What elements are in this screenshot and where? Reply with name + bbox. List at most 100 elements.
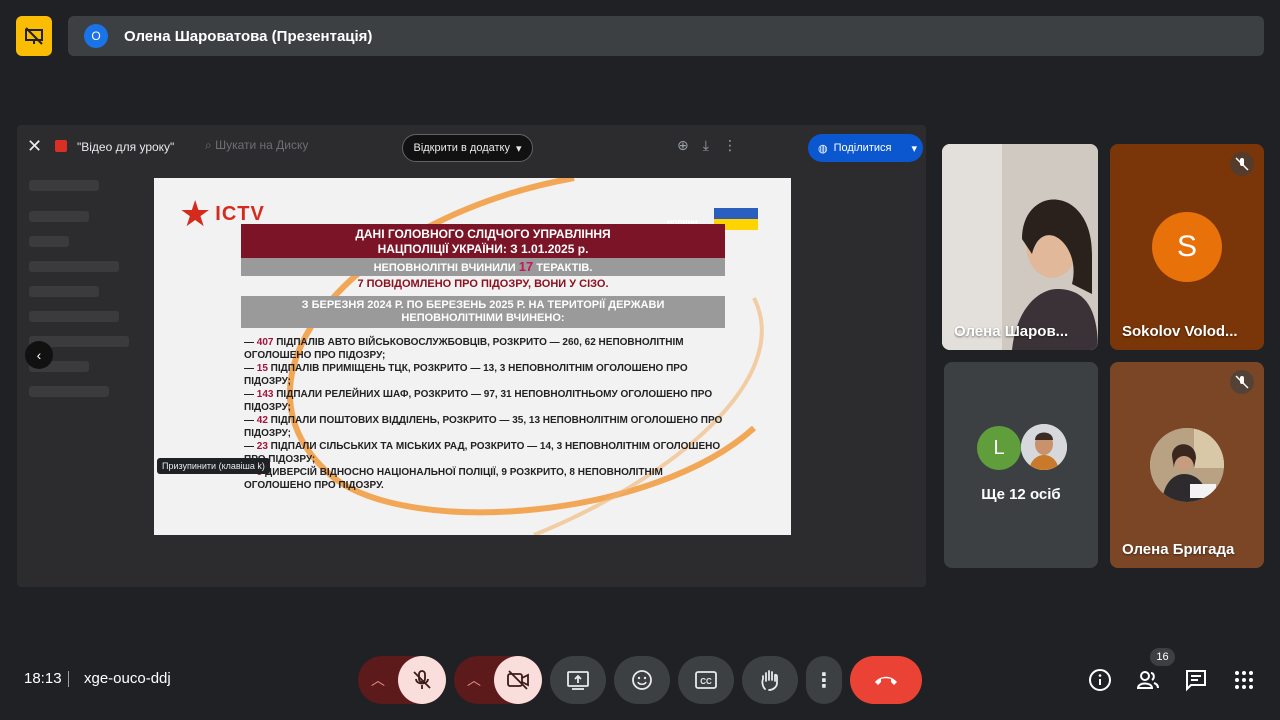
raise-hand-button[interactable] [742,656,798,704]
participant-tile-brigada[interactable]: Олена Бригада [1110,362,1264,568]
viewer-toolbar: ⊕ ⤓ ⋮ [677,137,737,154]
ictv-logo-text: ICTV [215,202,265,225]
search-placeholder: Шукати на Диску [215,138,309,152]
teract-line: НЕПОВНОЛІТНІ ВЧИНИЛИ 17 ТЕРАКТІВ. [241,258,725,276]
more-vert-icon[interactable]: ⋮ [723,137,737,154]
apps-grid-icon [1235,671,1253,689]
more-vert-icon: ⋮ [814,669,834,692]
participant-count-badge: 16 [1150,648,1175,666]
close-icon[interactable]: ✕ [27,137,45,155]
mic-off-icon [1235,157,1249,171]
participant-photo-avatar [1021,424,1067,470]
participant-avatar: S [1152,212,1222,282]
headline-line-2: НАЦПОЛІЦІЇ УКРАЇНИ: З 1.01.2025 р. [377,242,589,256]
leave-call-button[interactable] [850,656,922,704]
stat-row: — 23 ПІДПАЛИ СІЛЬСЬКИХ ТА МІСЬКИХ РАД, Р… [244,441,721,465]
participant-avatar: L [977,426,1021,470]
star-icon: ★ [179,193,212,234]
period-box: З БЕРЕЗНЯ 2024 Р. ПО БЕРЕЗЕНЬ 2025 Р. НА… [241,296,725,328]
open-with-button[interactable]: Відкрити в додатку ▾ [402,134,533,162]
search-icon: ⌕ [205,138,212,152]
nav-placeholder [29,180,99,191]
nav-placeholder [29,211,89,222]
previous-arrow-button[interactable]: ‹ [25,341,53,369]
meeting-details-button[interactable] [1088,668,1112,692]
camera-toggle-button[interactable] [494,656,542,704]
meeting-code: xge-ouco-ddj [84,670,171,687]
teract-prefix: НЕПОВНОЛІТНІ ВЧИНИЛИ [373,262,519,274]
stat-text: ПІДПАЛІВ АВТО ВІЙСЬКОВОСЛУЖБОВЦІВ, РОЗКР… [244,337,684,361]
flag-blue-stripe [714,208,758,219]
video-file-icon [55,140,67,152]
download-icon[interactable]: ⤓ [703,137,709,154]
globe-icon: ◍ [818,142,828,155]
stat-number: 15 [256,363,268,374]
participant-name: Олена Шаров... [954,323,1069,340]
presenter-title: Олена Шароватова (Презентація) [124,27,373,45]
chevron-left-icon: ‹ [36,347,42,363]
info-icon [1089,669,1111,691]
video-slide[interactable]: ★ ICTV НОВИНИ ДАНІ ГОЛОВНОГО СЛІДЧОГО УП… [154,178,791,535]
call-end-icon [875,676,897,685]
others-tile[interactable]: L Ще 12 осіб [944,362,1098,568]
file-title: "Відео для уроку" [77,140,175,154]
camera-control: ︿ [454,656,542,704]
participant-name: Sokolov Volod... [1122,323,1238,340]
participant-tile-sokolov[interactable]: S Sokolov Volod... [1110,144,1264,350]
teract-number: 17 [518,259,534,274]
stat-row: — 407 ПІДПАЛІВ АВТО ВІЙСЬКОВОСЛУЖБОВЦІВ,… [244,337,684,361]
stat-number: 23 [256,441,268,452]
headline-line-1: ДАНІ ГОЛОВНОГО СЛІДЧОГО УПРАВЛІННЯ [355,227,611,241]
participant-tile-presenter[interactable]: Олена Шаров... [942,144,1098,350]
nav-placeholder [29,311,119,322]
video-options-button[interactable]: ︿ [454,656,494,704]
presentation-indicator-button[interactable] [16,16,52,56]
svg-text:CC: CC [700,677,712,686]
participant-video [942,144,1098,350]
stat-row: — 42 ПІДПАЛИ ПОШТОВИХ ВІДДІЛЕНЬ, РОЗКРИТ… [244,415,723,439]
period-line-2: НЕПОВНОЛІТНІМИ ВЧИНЕНО: [401,312,565,324]
pause-tooltip: Призупинити (клавіша k) [157,458,270,474]
mic-off-icon [1235,375,1249,389]
mic-off-badge [1230,152,1254,176]
stats-list: — 407 ПІДПАЛІВ АВТО ВІЙСЬКОВОСЛУЖБОВЦІВ,… [244,336,724,492]
chevron-up-icon: ︿ [371,672,385,688]
microphone-control: ︿ [358,656,446,704]
mic-off-icon [413,670,431,689]
present-to-all-icon [567,671,589,690]
others-count-label: Ще 12 осіб [981,486,1061,503]
stat-row: — 15 ПІДПАЛІВ ПРИМІЩЕНЬ ТЦК, РОЗКРИТО — … [244,363,688,387]
stat-text: ПІДПАЛІВ ПРИМІЩЕНЬ ТЦК, РОЗКРИТО — 13, 3… [244,363,688,387]
add-to-drive-icon[interactable]: ⊕ [677,137,689,154]
stat-text: ПІДПАЛИ СІЛЬСЬКИХ ТА МІСЬКИХ РАД, РОЗКРИ… [244,441,721,465]
raise-hand-icon [761,670,778,691]
person-photo [1021,424,1067,470]
participant-name: Олена Бригада [1122,541,1235,558]
nav-placeholder [29,261,119,272]
activities-button[interactable] [1232,668,1256,692]
stat-number: 407 [256,337,274,348]
microphone-toggle-button[interactable] [398,656,446,704]
share-button[interactable]: ◍ Поділитися ▾ [808,134,923,162]
reactions-button[interactable] [614,656,670,704]
nav-placeholder [29,236,69,247]
drive-search-input[interactable]: ⌕ Шукати на Диску [205,138,308,153]
people-icon [1136,671,1159,689]
presenter-banner: О Олена Шароватова (Презентація) [68,16,1264,56]
stat-text: ПІДПАЛИ ПОШТОВИХ ВІДДІЛЕНЬ, РОЗКРИТО — 3… [244,415,723,439]
captions-button[interactable]: CC [678,656,734,704]
nav-placeholder [29,286,99,297]
stat-number: 42 [256,415,268,426]
more-options-button[interactable]: ⋮ [806,656,842,704]
suspicion-line: 7 ПОВІДОМЛЕНО ПРО ПІДОЗРУ, ВОНИ У СІЗО. [357,278,609,290]
audio-options-button[interactable]: ︿ [358,656,398,704]
participant-photo-avatar [1150,428,1224,502]
chat-icon [1186,670,1206,692]
presentation-stage: ✕ "Відео для уроку" ⌕ Шукати на Диску Ві… [17,125,926,587]
chat-button[interactable] [1184,668,1208,692]
people-button[interactable] [1136,668,1160,692]
present-screen-button[interactable] [550,656,606,704]
stat-row: — 143 ПІДПАЛИ РЕЛЕЙНИХ ШАФ, РОЗКРИТО — 9… [244,389,713,413]
divider [68,671,69,687]
presenter-avatar: О [84,24,108,48]
